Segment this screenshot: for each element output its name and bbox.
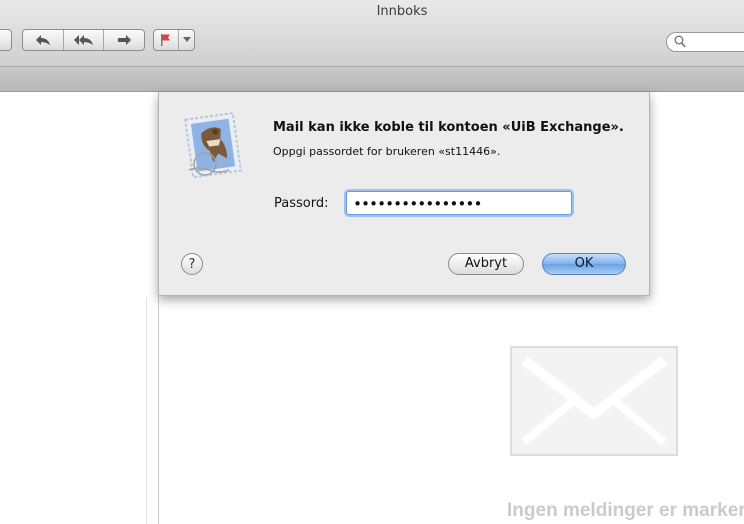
flag-icon <box>161 34 171 46</box>
password-field[interactable] <box>346 191 572 215</box>
flag-dropdown-button[interactable] <box>179 30 194 50</box>
help-button[interactable]: ? <box>181 253 203 275</box>
reply-button[interactable] <box>23 30 64 50</box>
search-field[interactable] <box>666 32 744 52</box>
password-alert-sheet: Mail kan ikke koble til kontoen «UiB Exc… <box>158 92 650 296</box>
password-label: Passord: <box>274 196 329 211</box>
secondary-toolbar <box>0 67 744 92</box>
forward-icon <box>118 35 132 45</box>
message-list-pane[interactable] <box>0 92 159 524</box>
dropdown-arrow-icon <box>182 37 191 42</box>
no-message-selected-text: Ingen meldinger er markert <box>507 500 744 521</box>
cancel-button[interactable]: Avbryt <box>448 253 524 275</box>
search-icon <box>674 35 686 48</box>
toolbar-left-button-stub[interactable] <box>0 29 12 51</box>
reply-button-group <box>22 29 145 51</box>
reply-icon <box>35 35 50 45</box>
flag-button[interactable] <box>154 30 180 50</box>
search-input[interactable] <box>689 34 744 52</box>
envelope-icon <box>510 346 678 456</box>
list-divider <box>146 297 147 524</box>
reply-all-icon <box>73 35 93 45</box>
window-title: Innboks <box>376 4 428 19</box>
alert-title: Mail kan ikke koble til kontoen «UiB Exc… <box>273 120 624 135</box>
mail-app-icon <box>184 111 242 179</box>
reply-all-button[interactable] <box>64 30 105 50</box>
forward-button[interactable] <box>104 30 144 50</box>
ok-button[interactable]: OK <box>542 253 626 275</box>
password-input[interactable] <box>351 193 567 215</box>
window-titlebar: Innboks <box>0 0 744 67</box>
alert-message: Oppgi passordet for brukeren «st11446». <box>273 145 501 158</box>
flag-button-group <box>153 29 195 51</box>
